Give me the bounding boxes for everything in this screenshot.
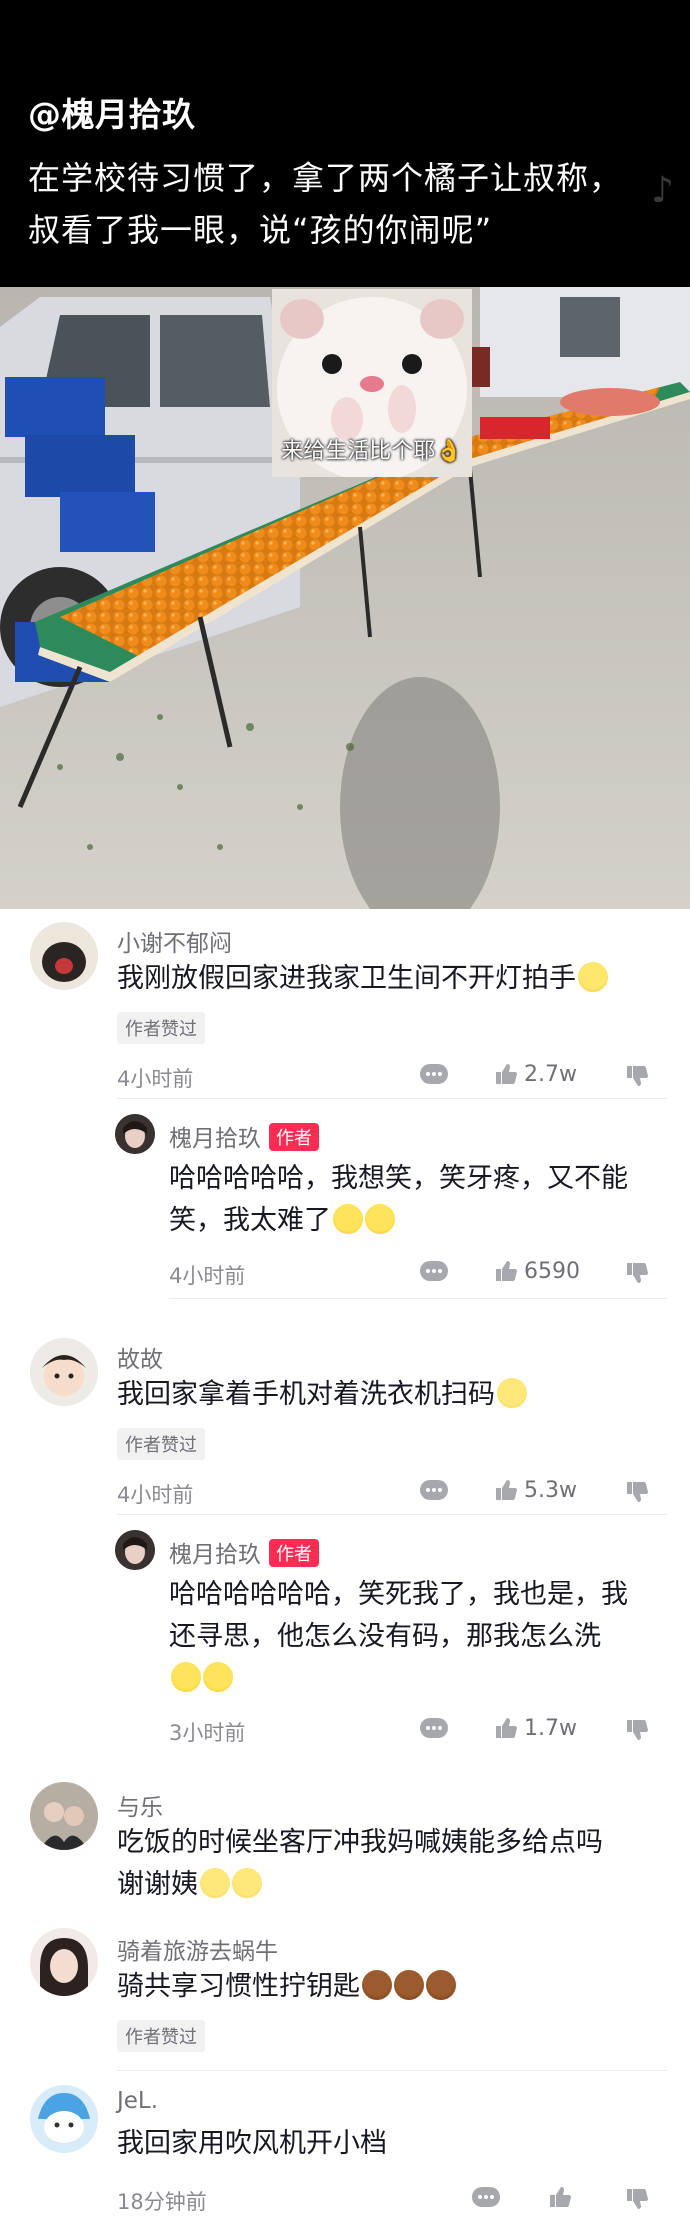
author-badge: 作者 <box>269 1539 319 1567</box>
divider <box>117 1514 667 1515</box>
comment-username[interactable]: 故故 <box>117 1340 163 1374</box>
comment-username[interactable]: 小谢不郁闷 <box>117 924 232 958</box>
like-button[interactable]: 1.7w <box>494 1716 577 1741</box>
poop-emoji-icon <box>426 1970 456 2000</box>
thumbs-up-icon <box>496 1064 517 1084</box>
comment-time: 18分钟前 <box>117 2190 207 2214</box>
poop-emoji-icon <box>394 1970 424 2000</box>
thumbs-up-icon <box>496 1261 517 1281</box>
avatar[interactable] <box>115 1114 155 1154</box>
divider <box>169 1298 667 1299</box>
like-count: 1.7w <box>524 1716 577 1741</box>
reply-text-content: 笑，我太难了 <box>169 1205 331 1236</box>
comment-text: 我回家用吹风机开小档 <box>117 2123 387 2165</box>
reply-bubble-icon[interactable] <box>420 1480 448 1500</box>
tears-of-joy-emoji-icon <box>203 1662 233 1692</box>
author-liked-tag: 作者赞过 <box>117 2020 205 2052</box>
avatar[interactable] <box>30 922 98 990</box>
thumbs-up-icon <box>496 1480 517 1500</box>
thumbs-down-icon[interactable] <box>625 2187 649 2211</box>
author-badge: 作者 <box>269 1123 319 1151</box>
like-count: 2.7w <box>524 1062 577 1087</box>
author-liked-tag: 作者赞过 <box>117 1428 205 1460</box>
avatar[interactable] <box>30 2085 98 2153</box>
comment-username[interactable]: 骑着旅游去蜗牛 <box>117 1932 278 1966</box>
avatar[interactable] <box>30 1928 98 1996</box>
reply-text-line: 笑，我太难了 <box>169 1200 628 1242</box>
grinning-sweat-emoji-icon <box>497 1378 527 1408</box>
awkward-face-emoji-icon <box>578 962 608 992</box>
avatar[interactable] <box>30 1338 98 1406</box>
comment-text: 我回家拿着手机对着洗衣机扫码 <box>117 1374 527 1416</box>
like-count: 5.3w <box>524 1478 577 1503</box>
thumbs-down-icon[interactable] <box>625 1064 649 1088</box>
reply-bubble-icon[interactable] <box>420 1261 448 1281</box>
poop-emoji-icon <box>362 1970 392 2000</box>
like-button[interactable]: 5.3w <box>494 1478 577 1503</box>
like-count: 6590 <box>524 1259 580 1284</box>
reply-username[interactable]: 槐月拾玖 作者 <box>169 1119 319 1153</box>
comment-text-content: 我回家用吹风机开小档 <box>117 2128 387 2159</box>
reply-text: 哈哈哈哈哈，我想笑，笑牙疼，又不能 笑，我太难了 <box>169 1158 628 1242</box>
comment-username[interactable]: 与乐 <box>117 1788 163 1822</box>
reply-username-text: 槐月拾玖 <box>169 1542 261 1568</box>
reply-bubble-icon[interactable] <box>420 1718 448 1738</box>
hamster-sticker: 来给生活比个耶👌 <box>272 289 472 477</box>
like-button[interactable]: 2.7w <box>494 1062 577 1087</box>
tears-of-joy-emoji-icon <box>365 1204 395 1234</box>
reply-username-text: 槐月拾玖 <box>169 1126 261 1152</box>
reply-time: 3小时前 <box>169 1721 246 1745</box>
comment-time: 4小时前 <box>117 1067 194 1091</box>
reply-text-line: 还寻思，他怎么没有码，那我怎么洗 <box>169 1621 601 1652</box>
reply-text-line: 哈哈哈哈哈哈，笑死我了，我也是，我 <box>169 1579 628 1610</box>
avatar[interactable] <box>115 1530 155 1570</box>
thumbs-down-icon[interactable] <box>625 1718 649 1742</box>
author-liked-tag: 作者赞过 <box>117 1012 205 1044</box>
comment-text-content: 骑共享习惯性拧钥匙 <box>117 1971 360 2002</box>
grinning-sweat-emoji-icon <box>232 1868 262 1898</box>
comment-text: 骑共享习惯性拧钥匙 <box>117 1966 456 2008</box>
divider <box>117 2070 667 2071</box>
post-photo[interactable]: 来给生活比个耶👌 <box>0 287 690 909</box>
post-header: @槐月拾玖 在学校待习惯了，拿了两个橘子让叔称，叔看了我一眼，说“孩的你闹呢” … <box>0 0 690 287</box>
reply-time: 4小时前 <box>169 1264 246 1288</box>
reply-emoji-line <box>169 1658 628 1700</box>
sticker-caption: 来给生活比个耶👌 <box>281 439 463 464</box>
thumbs-up-icon <box>496 1718 517 1738</box>
avatar[interactable] <box>30 1782 98 1850</box>
comment-text-content: 谢谢姨 <box>117 1869 198 1900</box>
grinning-sweat-emoji-icon <box>200 1868 230 1898</box>
comment-text-line: 吃饭的时候坐客厅冲我妈喊姨能多给点吗 <box>117 1827 603 1858</box>
reply-text: 哈哈哈哈哈哈，笑死我了，我也是，我 还寻思，他怎么没有码，那我怎么洗 <box>169 1574 628 1700</box>
thumbs-down-icon[interactable] <box>625 1261 649 1285</box>
comment-text-content: 我刚放假回家进我家卫生间不开灯拍手 <box>117 963 576 994</box>
music-note-icon: ♪ <box>651 170 674 211</box>
reply-username[interactable]: 槐月拾玖 作者 <box>169 1535 319 1569</box>
author-handle[interactable]: @槐月拾玖 <box>28 88 196 136</box>
comment-text: 我刚放假回家进我家卫生间不开灯拍手 <box>117 958 608 1000</box>
tears-of-joy-emoji-icon <box>333 1204 363 1234</box>
comment-time: 4小时前 <box>117 1483 194 1507</box>
like-button[interactable]: 6590 <box>494 1259 580 1284</box>
tears-of-joy-emoji-icon <box>171 1662 201 1692</box>
reply-text-line: 哈哈哈哈哈，我想笑，笑牙疼，又不能 <box>169 1163 628 1194</box>
reply-bubble-icon[interactable] <box>472 2187 500 2207</box>
comment-text: 吃饭的时候坐客厅冲我妈喊姨能多给点吗 谢谢姨 <box>117 1822 603 1906</box>
divider <box>117 1098 667 1099</box>
thumbs-up-icon[interactable] <box>548 2185 572 2209</box>
thumbs-down-icon[interactable] <box>625 1480 649 1504</box>
reply-bubble-icon[interactable] <box>420 1064 448 1084</box>
comment-username[interactable]: JeL. <box>117 2088 158 2114</box>
comment-text-content: 我回家拿着手机对着洗衣机扫码 <box>117 1379 495 1410</box>
post-caption: 在学校待习惯了，拿了两个橘子让叔称，叔看了我一眼，说“孩的你闹呢” <box>28 159 623 249</box>
comment-text-line: 谢谢姨 <box>117 1864 603 1906</box>
